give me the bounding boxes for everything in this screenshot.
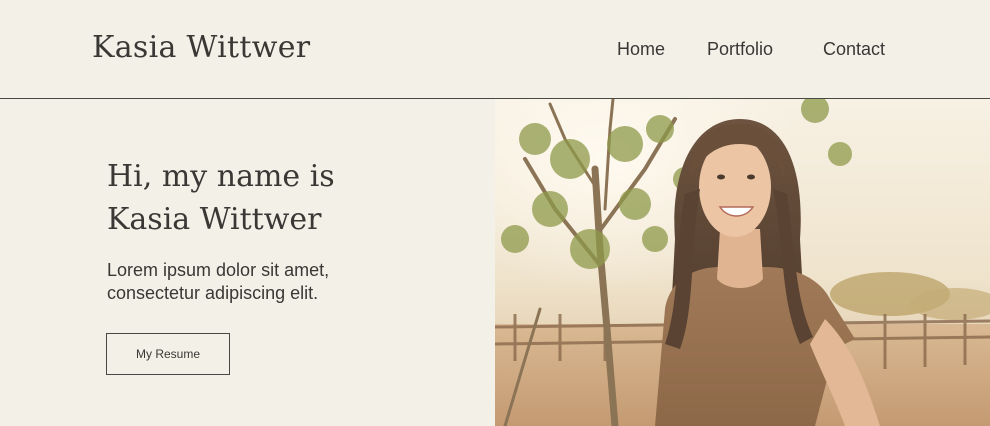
hero-subtitle-line-2: consectetur adipiscing elit. [107,283,319,303]
site-logo[interactable]: Kasia Wittwer [92,30,310,65]
nav-link-contact[interactable]: Contact [823,39,885,60]
nav-link-portfolio[interactable]: Portfolio [707,39,773,60]
hero-title: Hi, my name is Kasia Wittwer [107,155,335,241]
hero-subtitle: Lorem ipsum dolor sit amet, consectetur … [107,259,329,305]
hero-title-line-1: Hi, my name is [107,159,335,194]
nav-link-home[interactable]: Home [617,39,665,60]
site-header: Kasia Wittwer Home Portfolio Contact [0,0,990,99]
hero-title-line-2: Kasia Wittwer [107,202,322,237]
portrait-photo [495,99,990,426]
my-resume-button[interactable]: My Resume [106,333,230,375]
hero-subtitle-line-1: Lorem ipsum dolor sit amet, [107,260,330,280]
hero-intro: Hi, my name is Kasia Wittwer Lorem ipsum… [0,99,495,426]
